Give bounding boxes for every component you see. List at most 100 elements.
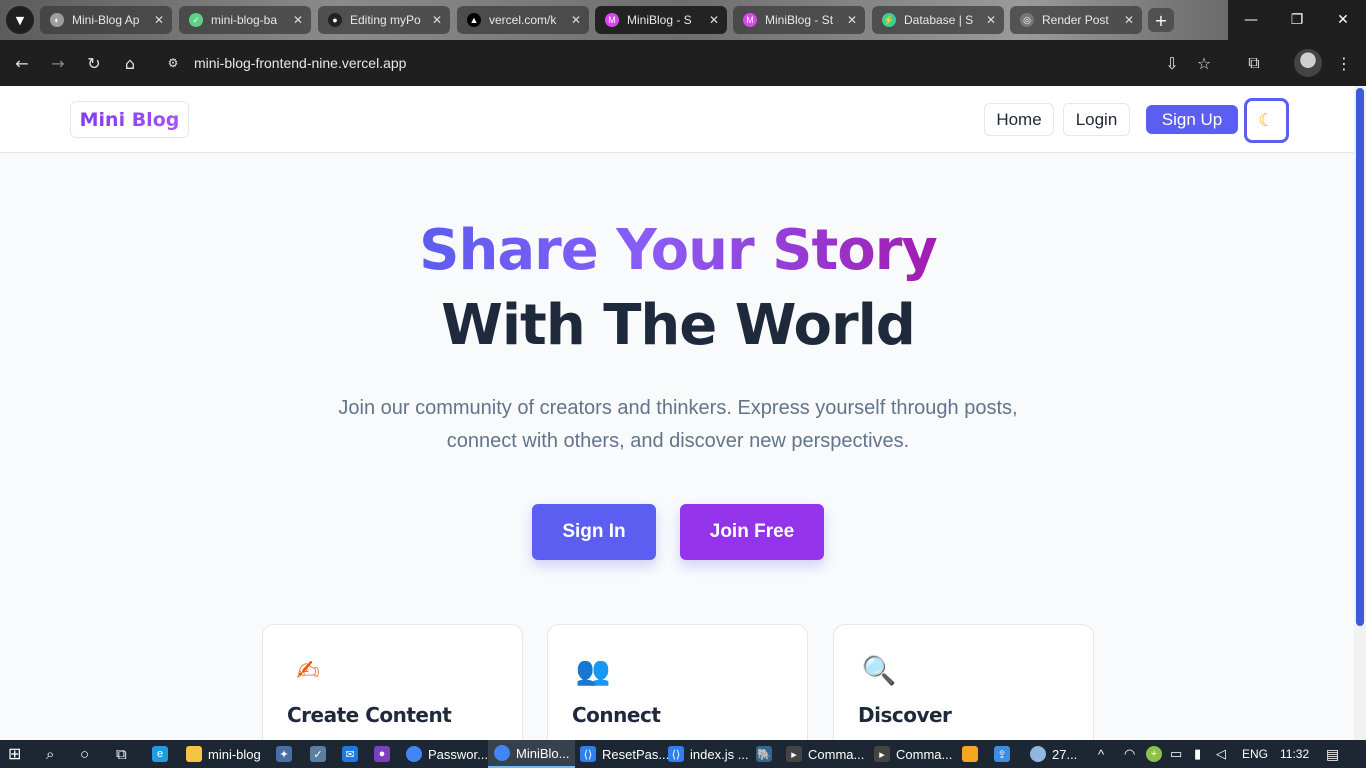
writing-hand-icon: ✍ [296,653,320,687]
taskbar-item[interactable]: ⟨⟩ index.js ... [668,740,749,768]
browser-tab[interactable]: ▲ vercel.com/k ✕ [457,6,589,34]
taskbar-label: Comma... [896,746,953,762]
bookmark-star-icon[interactable]: ☆ [1190,49,1218,77]
supabase-icon: ⚡ [882,13,896,27]
browser-tab[interactable]: ● Editing myPo ✕ [318,6,450,34]
nav-signup-button[interactable]: Sign Up [1146,105,1238,134]
pin-app-icon[interactable]: ✦ [276,740,298,768]
tray-app-icon[interactable]: + [1146,740,1168,768]
close-icon[interactable]: ✕ [567,13,585,27]
notifications-icon[interactable]: ▤ [1326,740,1339,768]
browser-tab-strip: ▼ ◐ Mini-Blog Ap ✕ ✓ mini-blog-ba ✕ ● Ed… [0,0,1366,40]
close-icon[interactable]: ✕ [843,13,861,27]
taskbar-label: Comma... [808,746,865,762]
close-icon[interactable]: ✕ [150,13,168,27]
url-text[interactable]: mini-blog-frontend-nine.vercel.app [194,55,406,71]
new-tab-button[interactable]: + [1148,8,1174,32]
browser-tab-active[interactable]: M MiniBlog - S ✕ [595,6,727,34]
vercel-icon: ▲ [467,13,481,27]
page-scrollbar[interactable] [1354,86,1366,740]
github-desktop-icon[interactable]: ● [374,740,396,768]
restore-icon[interactable]: ❐ [1274,0,1320,40]
miniblog-icon: M [605,13,619,27]
close-window-icon[interactable]: ✕ [1320,0,1366,40]
taskbar-item[interactable]: Passwor... [406,740,488,768]
task-view-icon[interactable]: ⧉ [116,740,127,768]
browser-toolbar: ← → ↻ ⌂ ⚙ mini-blog-frontend-nine.vercel… [0,40,1366,86]
theme-toggle-button[interactable]: ☾ [1244,98,1289,143]
wifi-icon[interactable]: ◠ [1124,740,1135,768]
file-icon[interactable] [962,740,984,768]
extensions-icon[interactable]: ⧉ [1240,49,1268,77]
reload-icon[interactable]: ↻ [80,49,108,77]
browser-tab[interactable]: ✓ mini-blog-ba ✕ [179,6,311,34]
close-icon[interactable]: ✕ [982,13,1000,27]
battery-icon[interactable]: ▮ [1194,740,1201,768]
taskbar-item[interactable]: ▸ Comma... [786,740,864,768]
forward-icon[interactable]: → [44,49,72,77]
taskbar-label: mini-blog [208,746,261,762]
menu-kebab-icon[interactable]: ⋮ [1330,49,1358,77]
browser-tab[interactable]: ◐ Mini-Blog Ap ✕ [40,6,172,34]
taskbar-item[interactable]: ⟨⟩ ResetPas... [580,740,669,768]
weather-widget[interactable]: 27... [1030,740,1077,768]
minimize-icon[interactable]: — [1228,0,1274,40]
volume-icon[interactable]: ◁ [1216,740,1226,768]
browser-tab[interactable]: M MiniBlog - St ✕ [733,6,865,34]
feature-title: Create Content [287,703,452,727]
join-free-button[interactable]: Join Free [680,504,824,560]
profile-avatar[interactable] [1294,49,1322,77]
site-logo[interactable]: Mini Blog [70,101,189,138]
hero-heading-line2: With The World [441,293,916,358]
cortana-icon[interactable]: ○ [80,740,89,768]
tab-label: MiniBlog - S [627,13,692,27]
hero-subtitle: Join our community of creators and think… [338,397,1018,452]
taskbar-item-active[interactable]: MiniBlo... [488,740,576,768]
nav-home-link[interactable]: Home [984,103,1054,136]
close-icon[interactable]: ✕ [1120,13,1138,27]
browser-tab[interactable]: ◎ Render Post ✕ [1010,6,1142,34]
close-icon[interactable]: ✕ [289,13,307,27]
browser-tab[interactable]: ⚡ Database | S ✕ [872,6,1004,34]
nav-login-link[interactable]: Login [1063,103,1130,136]
language-indicator[interactable]: ENG [1242,740,1268,768]
cloud-icon [1030,746,1046,762]
vscode-icon: ⟨⟩ [580,746,596,762]
taskbar-item[interactable]: mini-blog [186,740,261,768]
weather-text: 27... [1052,746,1078,762]
scrollbar-thumb[interactable] [1356,88,1364,626]
folder-icon [186,746,202,762]
taskbar-item[interactable]: ▸ Comma... [874,740,952,768]
postgres-icon[interactable]: 🐘 [756,740,778,768]
windows-taskbar: ⊞ ⌕ ○ ⧉ e mini-blog ✦ ✓ ✉ ● Passwor... M… [0,740,1366,768]
close-icon[interactable]: ✕ [428,13,446,27]
mail-app-icon[interactable]: ✓ [310,740,332,768]
tab-label: Database | S [904,13,974,27]
clock[interactable]: 11:32 [1280,740,1309,768]
tab-label: MiniBlog - St [765,13,834,27]
site-info-icon[interactable]: ⚙ [162,52,184,74]
tab-search-button[interactable]: ▼ [6,6,34,34]
chevron-up-icon[interactable]: ^ [1098,740,1104,768]
home-icon[interactable]: ⌂ [116,49,144,77]
vscode-icon: ⟨⟩ [668,746,684,762]
windows-start-icon[interactable]: ⊞ [8,740,21,768]
feature-title: Discover [858,703,952,727]
install-app-icon[interactable]: ⇩ [1158,49,1186,77]
sign-in-button[interactable]: Sign In [532,504,656,560]
tab-label: Render Post [1042,13,1109,27]
feature-card: 👥 Connect [547,624,808,740]
address-bar[interactable]: ⚙ mini-blog-frontend-nine.vercel.app [158,47,1158,79]
tab-label: Mini-Blog Ap [72,13,140,27]
remote-desktop-icon[interactable]: ⇪ [994,740,1016,768]
edge-icon[interactable]: e [152,740,174,768]
mail-icon[interactable]: ✉ [342,740,364,768]
site-navbar: Mini Blog Home Login Sign Up ☾ [0,86,1354,153]
search-icon[interactable]: ⌕ [46,740,54,768]
back-icon[interactable]: ← [8,49,36,77]
network-icon[interactable]: ▭ [1170,740,1182,768]
taskbar-label: Passwor... [428,746,488,762]
tab-label: vercel.com/k [489,13,557,27]
close-icon[interactable]: ✕ [705,13,723,27]
magnifier-icon: 🔍 [861,653,897,687]
